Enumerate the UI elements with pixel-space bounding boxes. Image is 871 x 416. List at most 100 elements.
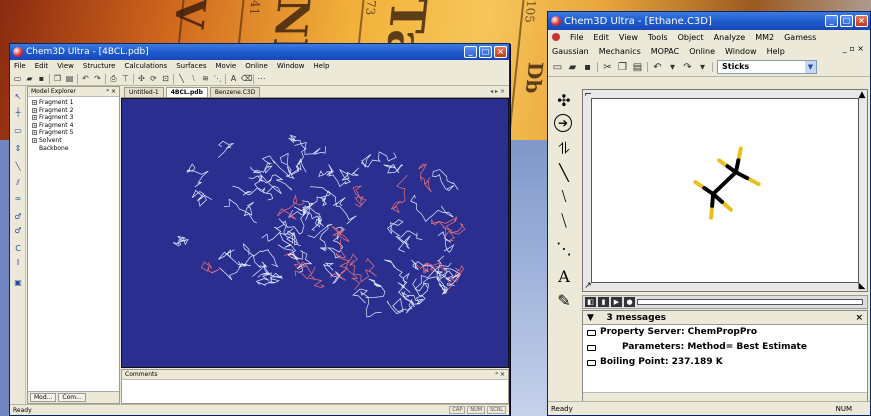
redo-dropdown-icon[interactable]: ▾ xyxy=(697,62,708,73)
movie-first-frame-icon[interactable]: ◧ xyxy=(585,297,596,307)
menu-mopac[interactable]: MOPAC xyxy=(651,47,679,56)
menu-file[interactable]: File xyxy=(570,33,583,42)
eraser-tool-icon[interactable]: ✎ xyxy=(554,291,574,311)
translate-tool-icon[interactable]: ┼ xyxy=(13,108,23,118)
translate-icon[interactable]: ✣ xyxy=(137,74,146,83)
menu-object[interactable]: Object xyxy=(678,33,704,42)
title-bar[interactable]: Chem3D Ultra - [Ethane.C3D] _ □ × xyxy=(548,12,870,30)
translate-tool-icon[interactable]: ✣ xyxy=(554,91,574,111)
save-icon[interactable]: ▪ xyxy=(582,62,593,73)
uncoupled-tool-icon[interactable]: ♂ xyxy=(13,212,23,222)
expand-icon[interactable]: + xyxy=(32,130,37,136)
menu-gamess[interactable]: Gamess xyxy=(784,33,816,42)
chem3d-ethane-window[interactable]: Chem3D Ultra - [Ethane.C3D] _ □ × File E… xyxy=(547,11,871,416)
menu-surfaces[interactable]: Surfaces xyxy=(176,62,206,70)
close-button[interactable]: × xyxy=(855,15,868,27)
undo-icon[interactable]: ↶ xyxy=(81,74,90,83)
open-folder-icon[interactable]: ▰ xyxy=(25,74,34,83)
tree-item-fragment-3[interactable]: + Fragment 3 xyxy=(28,114,119,122)
expand-icon[interactable]: + xyxy=(32,122,37,128)
zoom-tool-icon[interactable]: ▭ xyxy=(13,126,23,136)
collapse-icon[interactable]: ▼ xyxy=(587,313,603,323)
paste-icon[interactable]: ▤ xyxy=(65,74,74,83)
menu-movie[interactable]: Movie xyxy=(216,62,237,70)
tree-item-fragment-5[interactable]: + Fragment 5 xyxy=(28,129,119,137)
double-bond-tool-icon[interactable]: ⧵ xyxy=(554,187,574,207)
menu-edit[interactable]: Edit xyxy=(35,62,49,70)
move-objects-tool-icon[interactable]: ⥮ xyxy=(554,139,574,159)
double-bond-icon[interactable]: ⧵ xyxy=(189,74,198,83)
undo-dropdown-icon[interactable]: ▾ xyxy=(667,62,678,73)
close-button[interactable]: × xyxy=(494,46,507,58)
select-tool-icon[interactable]: ↖ xyxy=(13,92,23,102)
ring-tool-icon[interactable]: ∞ xyxy=(13,194,23,204)
triple-bond-tool-icon[interactable]: ⧹ xyxy=(554,211,574,231)
dummy-bond-tool-icon[interactable]: ⋱ xyxy=(554,239,574,259)
minimize-button[interactable]: _ xyxy=(464,46,477,58)
document-icon[interactable] xyxy=(552,33,560,41)
movie-prev-icon[interactable]: ▮ xyxy=(598,297,609,307)
tab-untitled-1[interactable]: Untitled-1 xyxy=(124,87,164,97)
new-document-icon[interactable]: ▭ xyxy=(13,74,22,83)
expand-icon[interactable]: + xyxy=(32,100,37,105)
tree-item-backbone[interactable]: Backbone xyxy=(28,145,119,153)
menu-help[interactable]: Help xyxy=(313,62,329,70)
maximize-button[interactable]: □ xyxy=(840,15,853,27)
ethane-model-canvas[interactable] xyxy=(591,98,859,283)
model-display-select[interactable]: Sticks ▼ xyxy=(717,60,817,74)
single-bond-icon[interactable]: ╲ xyxy=(177,74,186,83)
pin-close-icon[interactable]: ᵖ × xyxy=(495,370,505,380)
pin-close-icon[interactable]: ᵖ × xyxy=(106,87,116,97)
menu-structure[interactable]: Structure xyxy=(83,62,116,70)
eraser-icon[interactable]: ⌫ xyxy=(241,74,252,83)
redo-icon[interactable]: ↷ xyxy=(682,62,693,73)
carbon-tool-icon[interactable]: C xyxy=(13,244,23,254)
menu-file[interactable]: File xyxy=(14,62,26,70)
tree-item-solvent[interactable]: + Solvent xyxy=(28,137,119,145)
dummy-bond-icon[interactable]: ⋱ xyxy=(213,74,222,83)
menu-view[interactable]: View xyxy=(57,62,74,70)
movie-play-icon[interactable]: ▶ xyxy=(611,297,622,307)
tab-nav-controls[interactable]: ◂ ▸ × xyxy=(490,88,505,95)
menu-mm2[interactable]: MM2 xyxy=(755,33,774,42)
text-tool-icon[interactable]: A xyxy=(554,267,574,287)
expand-icon[interactable]: + xyxy=(32,115,37,121)
movie-stop-icon[interactable]: ● xyxy=(624,297,635,307)
title-bar[interactable]: Chem3D Ultra - [4BCL.pdb] _ □ × xyxy=(10,44,509,60)
open-folder-icon[interactable]: ▰ xyxy=(567,62,578,73)
menu-help[interactable]: Help xyxy=(767,47,785,56)
rotate-tool-icon[interactable]: ➔ xyxy=(554,114,572,132)
bond-tool-icon[interactable]: ╲ xyxy=(13,162,23,172)
menu-online[interactable]: Online xyxy=(689,47,715,56)
menu-analyze[interactable]: Analyze xyxy=(714,33,746,42)
chem3d-pdb-window[interactable]: Chem3D Ultra - [4BCL.pdb] _ □ × File Edi… xyxy=(9,43,510,416)
tree-item-fragment-4[interactable]: + Fragment 4 xyxy=(28,122,119,130)
expand-icon[interactable]: + xyxy=(32,107,37,113)
tab-benzene-c3d[interactable]: Benzene.C3D xyxy=(209,87,261,97)
expand-icon[interactable]: + xyxy=(32,137,37,143)
menu-calculations[interactable]: Calculations xyxy=(124,62,167,70)
zoom-icon[interactable]: ⊡ xyxy=(161,74,170,83)
copy-icon[interactable]: ❐ xyxy=(617,62,628,73)
minimize-button[interactable]: _ xyxy=(825,15,838,27)
movie-scrubber[interactable] xyxy=(637,299,863,305)
move-tool-icon[interactable]: ⇕ xyxy=(13,144,23,154)
save-icon[interactable]: ▪ xyxy=(37,74,46,83)
menu-mechanics[interactable]: Mechanics xyxy=(599,47,641,56)
rotate-icon[interactable]: ⟳ xyxy=(149,74,158,83)
text-tool-icon[interactable]: A xyxy=(229,74,238,83)
eraser-tool-icon[interactable]: ▣ xyxy=(13,278,23,288)
menu-window[interactable]: Window xyxy=(725,47,757,56)
tree-item-fragment-2[interactable]: + Fragment 2 xyxy=(28,107,119,115)
copy-icon[interactable]: ❐ xyxy=(53,74,62,83)
tab-comments[interactable]: Com... xyxy=(58,393,86,402)
tab-4bcl-pdb[interactable]: 4BCL.pdb xyxy=(165,87,208,97)
new-document-icon[interactable]: ▭ xyxy=(552,62,563,73)
chevron-down-icon[interactable]: ▼ xyxy=(805,61,816,73)
print-icon[interactable]: ⎙ xyxy=(109,74,118,83)
tab-model-explorer[interactable]: Mod... xyxy=(30,393,57,402)
coupled-tool-icon[interactable]: ♂ xyxy=(13,226,23,236)
menu-window[interactable]: Window xyxy=(277,62,305,70)
extra-tools-icon[interactable]: ⋯ xyxy=(257,74,266,83)
maximize-button[interactable]: □ xyxy=(479,46,492,58)
